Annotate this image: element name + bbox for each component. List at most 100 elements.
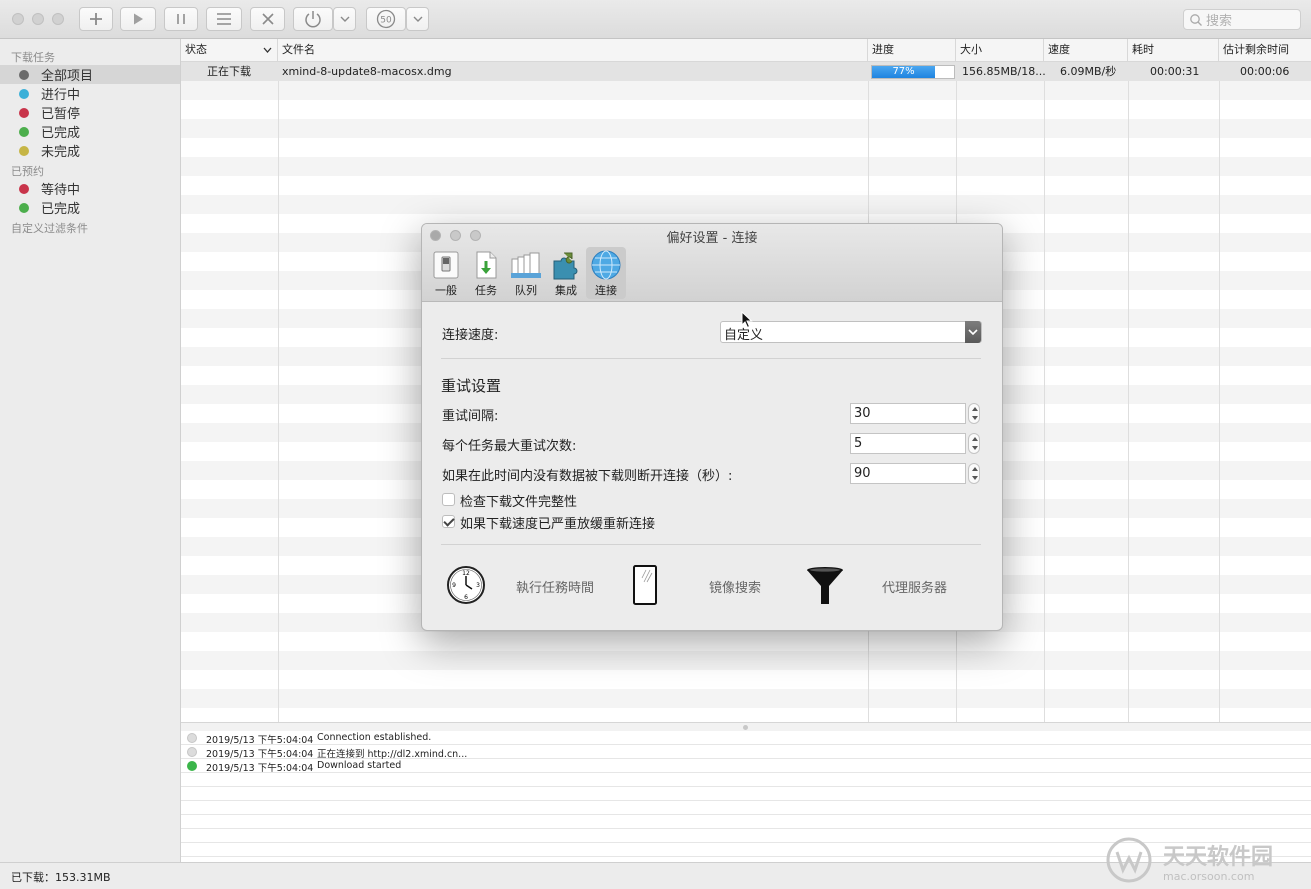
minimize-window-button[interactable] bbox=[32, 13, 44, 25]
power-button[interactable] bbox=[293, 7, 333, 31]
status-dot-icon bbox=[19, 126, 29, 137]
preferences-dialog: 偏好设置 - 连接 一般 任务 队列 集成 连接 连接速度: 自定义 重试设置 … bbox=[421, 223, 1003, 631]
log-status-icon bbox=[187, 747, 197, 757]
column-header-speed[interactable]: 速度 bbox=[1044, 39, 1128, 61]
progress-bar: 77% bbox=[871, 65, 955, 79]
sidebar-item-label: 已暂停 bbox=[41, 107, 81, 122]
queue-files-icon bbox=[511, 252, 541, 278]
log-status-icon bbox=[187, 761, 197, 771]
log-message: Connection established. bbox=[317, 732, 432, 743]
column-header-progress[interactable]: 进度 bbox=[868, 39, 956, 61]
sidebar-item-incomplete[interactable]: 未完成 bbox=[0, 141, 180, 160]
status-dot-icon bbox=[19, 107, 29, 118]
add-button[interactable] bbox=[79, 7, 113, 31]
log-line: 2019/5/13 下午5:04:04 正在连接到 http://dl2.xmi… bbox=[181, 745, 1311, 760]
column-header-remaining[interactable]: 估计剩余时间 bbox=[1219, 39, 1311, 61]
sidebar-item-label: 已完成 bbox=[41, 126, 81, 141]
search-input[interactable]: 搜索 bbox=[1183, 9, 1301, 30]
row-filename: xmind-8-update8-macosx.dmg bbox=[282, 65, 452, 78]
retry-interval-stepper[interactable] bbox=[968, 403, 980, 424]
log-message: Download started bbox=[317, 760, 402, 771]
chevron-down-icon bbox=[340, 16, 349, 22]
column-header-size[interactable]: 大小 bbox=[956, 39, 1044, 61]
check-integrity-label: 检查下载文件完整性 bbox=[460, 495, 578, 510]
tab-general[interactable]: 一般 bbox=[426, 247, 466, 299]
download-file-icon bbox=[476, 251, 497, 279]
field-value: 30 bbox=[854, 406, 871, 421]
pause-button[interactable] bbox=[164, 7, 198, 31]
column-divider bbox=[1219, 39, 1220, 722]
column-header-status[interactable]: 状态 bbox=[181, 39, 278, 61]
table-row[interactable]: 正在下载 xmind-8-update8-macosx.dmg 77% 156.… bbox=[181, 62, 1311, 81]
start-button[interactable] bbox=[120, 7, 156, 31]
sidebar-group-downloads: 下载任务 bbox=[11, 51, 55, 64]
speed-limit-button[interactable]: 50 bbox=[366, 7, 406, 31]
log-status-icon bbox=[187, 733, 197, 743]
timeout-stepper[interactable] bbox=[968, 463, 980, 484]
connection-speed-select[interactable]: 自定义 bbox=[720, 321, 982, 343]
watermark-logo: 天天软件园 mac.orsoon.com bbox=[1105, 836, 1305, 886]
log-line-empty bbox=[181, 787, 1311, 801]
speed-limit-icon: 50 bbox=[376, 9, 396, 29]
max-retries-field[interactable]: 5 bbox=[850, 433, 966, 454]
log-message: 正在连接到 http://dl2.xmind.cn... bbox=[317, 749, 468, 760]
column-divider bbox=[1128, 39, 1129, 722]
dialog-header: 偏好设置 - 连接 一般 任务 队列 集成 连接 bbox=[422, 224, 1002, 302]
svg-text:3: 3 bbox=[476, 582, 480, 589]
tab-integration[interactable]: 集成 bbox=[546, 247, 586, 299]
max-retries-label: 每个任务最大重试次数: bbox=[442, 439, 577, 454]
retry-interval-field[interactable]: 30 bbox=[850, 403, 966, 424]
sidebar-item-all[interactable]: 全部项目 bbox=[0, 65, 180, 84]
close-window-button[interactable] bbox=[12, 13, 24, 25]
retry-section-title: 重试设置 bbox=[441, 377, 502, 395]
column-header-label: 状态 bbox=[185, 43, 207, 56]
divider bbox=[441, 544, 981, 545]
column-header-elapsed[interactable]: 耗时 bbox=[1128, 39, 1219, 61]
mouse-cursor-icon bbox=[741, 311, 753, 329]
sidebar-group-custom-filters[interactable]: 自定义过滤条件 bbox=[11, 220, 88, 236]
tab-connection[interactable]: 连接 bbox=[586, 247, 626, 299]
log-line-empty bbox=[181, 773, 1311, 787]
row-elapsed: 00:00:31 bbox=[1150, 65, 1200, 78]
delete-button[interactable] bbox=[250, 7, 285, 31]
log-time: 2019/5/13 下午5:04:04 bbox=[206, 763, 314, 774]
sidebar-item-waiting[interactable]: 等待中 bbox=[0, 179, 180, 198]
chevron-down-icon bbox=[413, 16, 422, 22]
log-line-empty bbox=[181, 815, 1311, 829]
plus-icon bbox=[90, 13, 102, 25]
sidebar-item-label: 等待中 bbox=[41, 183, 81, 198]
sidebar-item-completed[interactable]: 已完成 bbox=[0, 122, 180, 141]
svg-text:6: 6 bbox=[464, 594, 468, 601]
splitter-grip-icon bbox=[743, 725, 748, 730]
chevron-down-icon bbox=[263, 47, 272, 53]
sidebar-item-active[interactable]: 进行中 bbox=[0, 84, 180, 103]
tab-queue[interactable]: 队列 bbox=[506, 247, 546, 299]
list-button[interactable] bbox=[206, 7, 242, 31]
connection-speed-label: 连接速度: bbox=[442, 328, 499, 343]
globe-icon bbox=[591, 250, 621, 280]
watermark-brand: 天天软件园 bbox=[1163, 844, 1273, 870]
column-header-filename[interactable]: 文件名 bbox=[278, 39, 868, 61]
power-menu-button[interactable] bbox=[333, 7, 356, 31]
sidebar-item-label: 已完成 bbox=[41, 202, 81, 217]
divider bbox=[441, 358, 981, 359]
speed-limit-menu-button[interactable] bbox=[406, 7, 429, 31]
status-dot-icon bbox=[19, 69, 29, 80]
reconnect-slow-checkbox[interactable] bbox=[442, 515, 455, 528]
mirror-search-label: 镜像搜索 bbox=[709, 581, 762, 596]
sidebar-item-scheduled-completed[interactable]: 已完成 bbox=[0, 198, 180, 217]
tab-label: 连接 bbox=[595, 284, 617, 297]
sidebar-item-paused[interactable]: 已暂停 bbox=[0, 103, 180, 122]
check-integrity-checkbox[interactable] bbox=[442, 493, 455, 506]
downloaded-total: 已下载：153.31MB bbox=[11, 871, 111, 884]
switch-icon bbox=[433, 251, 459, 279]
column-divider bbox=[278, 39, 279, 722]
max-retries-stepper[interactable] bbox=[968, 433, 980, 454]
close-icon bbox=[261, 13, 274, 25]
log-time: 2019/5/13 下午5:04:04 bbox=[206, 735, 314, 746]
tab-tasks[interactable]: 任务 bbox=[466, 247, 506, 299]
zoom-window-button[interactable] bbox=[52, 13, 64, 25]
status-dot-icon bbox=[19, 202, 29, 213]
log-line: 2019/5/13 下午5:04:04 Connection establish… bbox=[181, 731, 1311, 746]
timeout-field[interactable]: 90 bbox=[850, 463, 966, 484]
